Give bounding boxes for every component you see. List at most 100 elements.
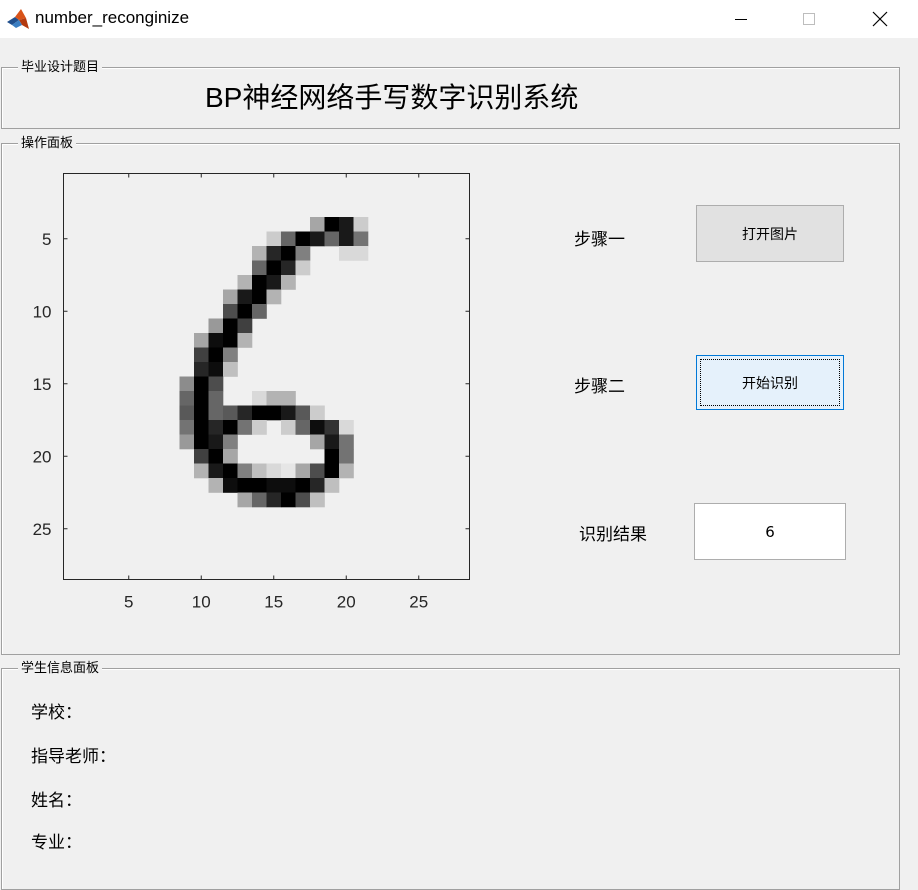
y-tick-label: 25 [33, 520, 52, 539]
image-pixel [295, 420, 311, 435]
image-pixel [281, 492, 296, 508]
image-pixel [339, 231, 354, 247]
image-pixel [266, 391, 282, 406]
image-pixel [208, 420, 224, 435]
image-pixel [194, 391, 209, 406]
image-pixel [266, 275, 282, 290]
image-pixel [252, 260, 267, 276]
x-tick-label: 10 [192, 593, 211, 612]
x-tick-label: 20 [337, 593, 356, 612]
image-pixel [237, 463, 253, 479]
result-field[interactable]: 6 [694, 503, 846, 560]
image-pixel [324, 449, 340, 464]
image-pixel [266, 289, 282, 305]
image-pixel [310, 231, 325, 247]
image-pixel [310, 492, 325, 508]
image-pixel [179, 405, 195, 421]
image-pixel [237, 478, 253, 493]
image-pixel [281, 391, 296, 406]
image-pixels [179, 217, 369, 508]
image-pixel [194, 362, 209, 377]
image-pixel [208, 391, 224, 406]
image-pixel [324, 420, 340, 435]
image-pixel [223, 405, 238, 421]
x-tick-label: 15 [264, 593, 283, 612]
image-pixel [208, 347, 224, 363]
image-pixel [252, 405, 267, 421]
image-pixel [208, 333, 224, 348]
image-pixel [252, 478, 267, 493]
image-pixel [324, 217, 340, 232]
image-pixel [266, 246, 282, 261]
image-pixel [237, 318, 253, 334]
result-label: 识别结果 [579, 525, 647, 545]
image-pixel [281, 463, 296, 479]
image-pixel [223, 420, 238, 435]
image-pixel [295, 231, 311, 247]
image-pixel [252, 304, 267, 319]
image-pixel [324, 231, 340, 247]
image-pixel [194, 405, 209, 421]
image-pixel [310, 217, 325, 232]
image-pixel [281, 420, 296, 435]
image-pixel [223, 304, 238, 319]
image-pixel [223, 347, 238, 363]
image-pixel [266, 231, 282, 247]
start-recognition-button[interactable]: 开始识别 [696, 355, 844, 410]
image-pixel [208, 362, 224, 377]
image-pixel [353, 246, 369, 261]
image-pixel [339, 434, 354, 450]
student-info-panel [1, 668, 900, 890]
image-pixel [237, 420, 253, 435]
y-tick-label: 20 [33, 447, 52, 466]
image-pixel [223, 449, 238, 464]
image-pixel [237, 275, 253, 290]
image-pixel [281, 260, 296, 276]
step2-label: 步骤二 [574, 377, 625, 397]
advisor-label: 指导老师： [31, 747, 116, 767]
image-pixel [237, 304, 253, 319]
image-pixel [223, 362, 238, 377]
image-pixel [252, 246, 267, 261]
image-pixel [194, 347, 209, 363]
image-pixel [194, 463, 209, 479]
image-pixel [266, 260, 282, 276]
school-label: 学校： [31, 703, 82, 723]
image-pixel [295, 405, 311, 421]
image-pixel [237, 289, 253, 305]
image-pixel [223, 434, 238, 450]
image-pixel [179, 434, 195, 450]
image-pixel [339, 420, 354, 435]
image-pixel [324, 463, 340, 479]
image-pixel [208, 478, 224, 493]
image-pixel [194, 376, 209, 392]
image-pixel [179, 376, 195, 392]
open-image-button-label: 打开图片 [742, 226, 798, 243]
image-pixel [252, 492, 267, 508]
image-pixel [281, 275, 296, 290]
image-pixel [295, 492, 311, 508]
image-pixel [179, 391, 195, 406]
image-pixel [194, 333, 209, 348]
result-value: 6 [765, 522, 775, 541]
image-pixel [252, 289, 267, 305]
image-pixel [339, 246, 354, 261]
open-image-button[interactable]: 打开图片 [696, 205, 844, 262]
image-pixel [281, 231, 296, 247]
step1-label: 步骤一 [574, 230, 625, 250]
axis-ticks: 5 10 15 20 25 5 10 15 20 25 [33, 173, 470, 612]
image-pixel [281, 405, 296, 421]
image-pixel [208, 463, 224, 479]
image-pixel [310, 420, 325, 435]
major-label: 专业： [31, 833, 82, 853]
focus-rect [700, 359, 840, 406]
image-pixel [252, 420, 267, 435]
image-pixel [324, 434, 340, 450]
image-pixel [208, 376, 224, 392]
image-pixel [339, 463, 354, 479]
image-pixel [252, 275, 267, 290]
y-tick-label: 5 [42, 230, 51, 249]
image-pixel [281, 478, 296, 493]
y-tick-label: 15 [33, 375, 52, 394]
x-tick-label: 25 [409, 593, 428, 612]
